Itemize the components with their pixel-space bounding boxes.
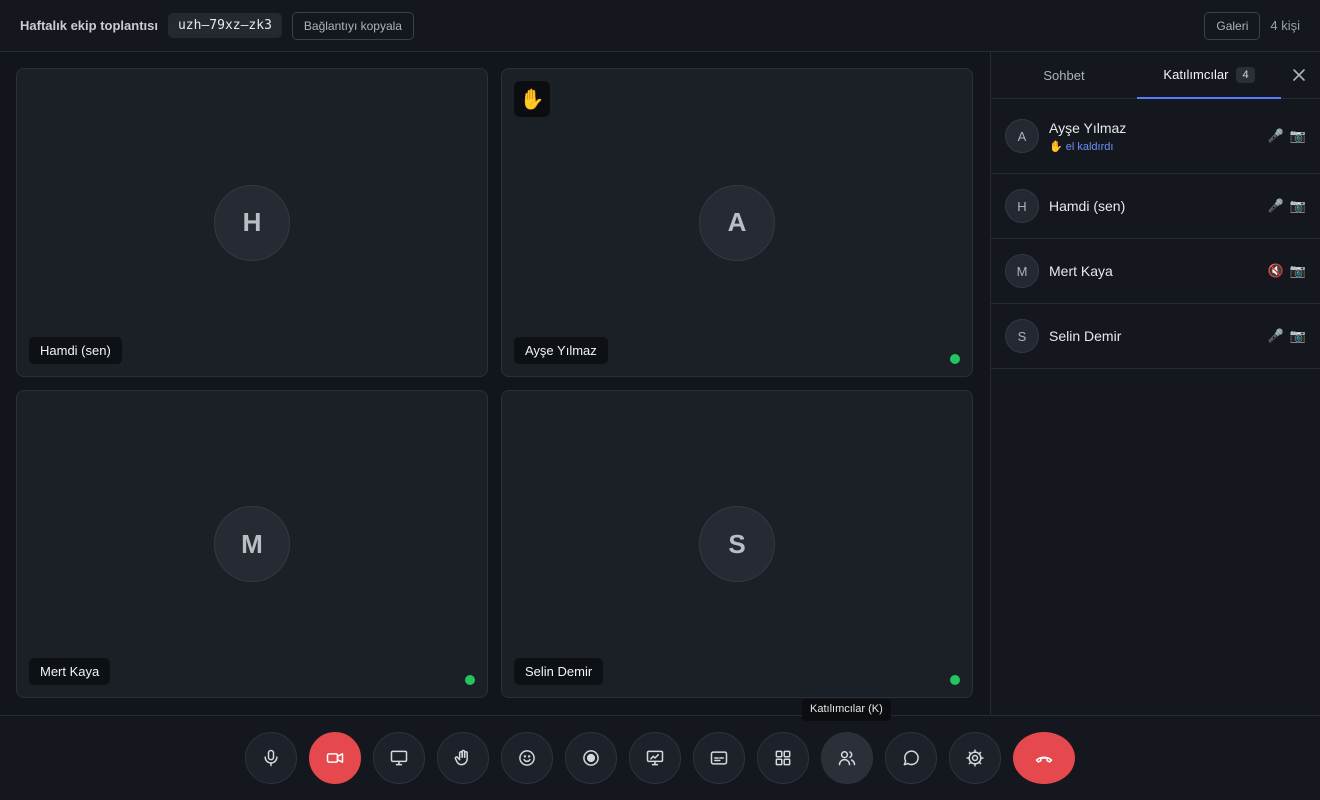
participant-name: Hamdi (sen)	[1049, 198, 1126, 214]
settings-icon	[966, 749, 984, 767]
panel-tabs: Sohbet Katılımcılar 4	[991, 52, 1320, 99]
participant-info: Hamdi (sen)	[1049, 198, 1268, 214]
tab-chat-label: Sohbet	[1043, 68, 1085, 83]
emoji-icon	[519, 750, 535, 766]
participant-icons: 🎤 📷	[1268, 198, 1306, 214]
participants-count-badge: 4	[1236, 66, 1255, 83]
screen-share-button[interactable]	[373, 732, 425, 784]
list-item[interactable]: M Mert Kaya 🔇 📷	[991, 239, 1320, 304]
camera-icon: 📷	[1289, 263, 1306, 278]
online-indicator	[950, 354, 960, 364]
online-indicator	[465, 675, 475, 685]
captions-button[interactable]	[693, 732, 745, 784]
raise-hand-button[interactable]	[437, 732, 489, 784]
raise-hand-icon	[454, 749, 468, 766]
leave-call-icon	[1035, 756, 1053, 763]
participant-name: Selin Demir	[1049, 328, 1122, 344]
camera-icon: 📷	[1289, 328, 1306, 343]
list-item[interactable]: S Selin Demir 🎤 📷	[991, 304, 1320, 369]
participant-name: Ayşe Yılmaz	[1049, 119, 1127, 136]
tile-avatar: A	[699, 184, 775, 261]
participant-info: Mert Kaya	[1049, 263, 1268, 279]
avatar: A	[1005, 119, 1039, 153]
participant-info: Selin Demir	[1049, 328, 1268, 344]
participant-list: A Ayşe Yılmaz ✋ el kaldırdı 🎤 📷 H Hamdi …	[991, 99, 1320, 369]
online-indicator	[950, 675, 960, 685]
leave-call-button[interactable]	[1013, 732, 1075, 784]
mic-icon: 🎤	[1267, 128, 1284, 143]
settings-button[interactable]	[949, 732, 1001, 784]
record-button[interactable]	[565, 732, 617, 784]
screen-share-icon	[390, 750, 408, 766]
video-tile-mert[interactable]: M Mert Kaya	[16, 390, 488, 698]
header-right: Galeri 4 kişi	[1204, 11, 1300, 40]
participants-button[interactable]	[821, 732, 873, 784]
meeting-title: Haftalık ekip toplantısı	[20, 18, 158, 33]
participant-icons: 🔇 📷	[1268, 263, 1306, 279]
participant-info: Ayşe Yılmaz ✋ el kaldırdı	[1049, 120, 1268, 153]
mic-muted-icon: 🔇	[1267, 263, 1284, 278]
participants-icon	[838, 751, 856, 766]
tab-chat[interactable]: Sohbet	[991, 52, 1137, 99]
participant-status: ✋ el kaldırdı	[1049, 140, 1114, 153]
participant-icons: 🎤 📷	[1268, 128, 1306, 144]
tile-name-label: Ayşe Yılmaz	[514, 337, 608, 364]
tile-name-label: Mert Kaya	[29, 658, 111, 685]
copy-link-button[interactable]: Bağlantıyı kopyala	[291, 11, 414, 40]
microphone-button[interactable]	[245, 732, 297, 784]
mic-icon: 🎤	[1267, 198, 1284, 213]
mic-icon	[264, 749, 278, 767]
avatar: H	[1005, 189, 1039, 223]
tile-name-label: Hamdi (sen)	[29, 337, 122, 364]
camera-off-icon	[326, 753, 344, 763]
raised-hand-icon: ✋	[514, 81, 550, 117]
avatar: M	[1005, 254, 1039, 288]
list-item[interactable]: A Ayşe Yılmaz ✋ el kaldırdı 🎤 📷	[991, 99, 1320, 174]
reactions-button[interactable]	[501, 732, 553, 784]
participant-name: Mert Kaya	[1049, 263, 1113, 279]
tab-participants-label: Katılımcılar	[1163, 67, 1229, 82]
camera-icon: 📷	[1289, 198, 1306, 213]
tile-avatar: M	[214, 506, 290, 582]
participants-panel: Sohbet Katılımcılar 4 A Ayşe Yılmaz ✋ el…	[990, 52, 1320, 715]
call-controls-toolbar	[0, 715, 1320, 800]
tab-participants[interactable]: Katılımcılar 4	[1137, 52, 1281, 99]
layout-grid-icon	[775, 750, 791, 766]
video-tile-hamdi[interactable]: H Hamdi (sen)	[16, 68, 488, 377]
people-count: 4 kişi	[1270, 18, 1300, 33]
avatar: S	[1005, 319, 1039, 353]
tile-avatar: H	[214, 184, 290, 261]
whiteboard-button[interactable]	[629, 732, 681, 784]
whiteboard-icon	[646, 750, 664, 766]
close-icon[interactable]	[1290, 66, 1308, 84]
chat-icon	[903, 750, 919, 766]
list-item[interactable]: H Hamdi (sen) 🎤 📷	[991, 174, 1320, 239]
camera-toggle-button[interactable]	[309, 732, 361, 784]
layout-button[interactable]: Galeri	[1204, 11, 1261, 40]
meeting-header: Haftalık ekip toplantısı uzh–79xz–zk3 Ba…	[0, 0, 1320, 52]
video-tile-ayse[interactable]: ✋ A Ayşe Yılmaz	[501, 68, 973, 377]
meeting-code: uzh–79xz–zk3	[167, 13, 282, 38]
record-icon	[583, 750, 599, 766]
participants-tooltip: Katılımcılar (K)	[802, 699, 891, 721]
chat-button[interactable]	[885, 732, 937, 784]
tile-avatar: S	[699, 506, 775, 582]
participant-icons: 🎤 📷	[1268, 328, 1306, 344]
video-grid: H Hamdi (sen) ✋ A Ayşe Yılmaz M Mert Kay…	[16, 68, 974, 699]
layout-grid-button[interactable]	[757, 732, 809, 784]
camera-icon: 📷	[1289, 128, 1306, 143]
mic-icon: 🎤	[1267, 328, 1284, 343]
tile-name-label: Selin Demir	[514, 658, 604, 685]
captions-icon	[710, 751, 728, 765]
video-tile-selin[interactable]: S Selin Demir	[501, 390, 973, 698]
